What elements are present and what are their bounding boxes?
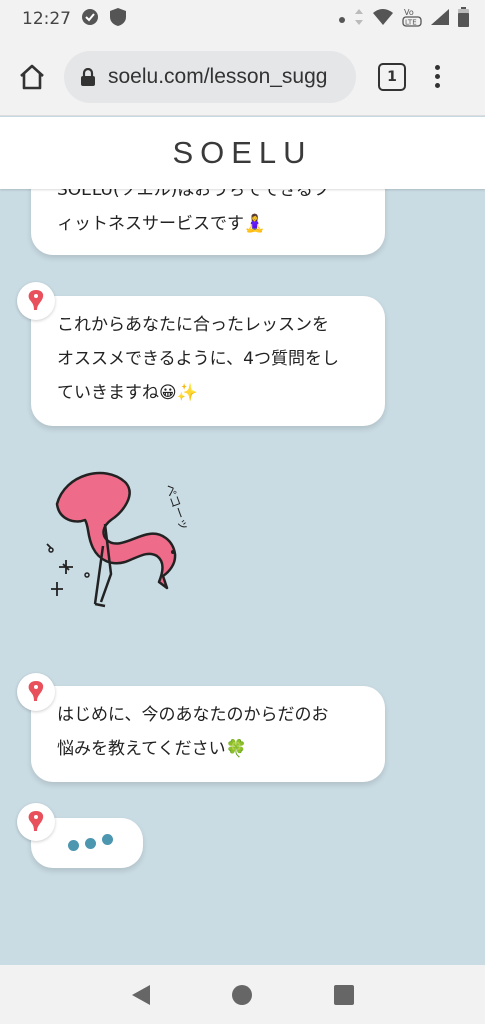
site-header: SOELU xyxy=(0,117,485,189)
dot-icon xyxy=(338,9,346,29)
signal-icon xyxy=(430,8,450,31)
browser-home-button[interactable] xyxy=(10,55,54,99)
message-line: ィットネスサービスです🧘‍♀️ xyxy=(57,214,266,234)
clock: 12:27 xyxy=(22,9,71,29)
volte-icon: Vo LTE xyxy=(402,6,422,33)
message-line: オススメできるように、4つ質問をし xyxy=(57,349,339,369)
svg-text:LTE: LTE xyxy=(405,18,417,26)
typing-dot xyxy=(102,834,113,845)
bot-avatar xyxy=(17,803,55,841)
home-icon xyxy=(232,984,253,1005)
sticker-text: ペコーッ xyxy=(162,482,192,532)
url-text: soelu.com/lesson_sugg xyxy=(108,64,328,88)
status-bar: 12:27 Vo LTE xyxy=(0,0,485,38)
site-logo[interactable]: SOELU xyxy=(172,135,312,171)
emoji: 😀✨ xyxy=(159,383,198,403)
data-arrows-icon xyxy=(354,8,364,31)
bot-avatar xyxy=(17,282,55,320)
battery-icon xyxy=(458,6,469,32)
soelu-mascot-icon xyxy=(28,290,44,310)
browser-toolbar: soelu.com/lesson_sugg 1 xyxy=(0,38,485,116)
system-nav-bar xyxy=(0,965,485,1024)
message-line: 悩みを教えてください🍀 xyxy=(57,739,247,759)
emoji: 🍀 xyxy=(225,739,247,759)
message-line: ていきますね😀✨ xyxy=(57,383,198,403)
nav-recents-button[interactable] xyxy=(329,980,359,1010)
soelu-mascot-icon xyxy=(28,811,44,831)
chat-area[interactable]: SOELU(ソエル)はおうちでできるフ ィットネスサービスです🧘‍♀️ これから… xyxy=(0,189,485,965)
wifi-icon xyxy=(372,8,394,31)
typing-dot xyxy=(85,838,96,849)
nav-home-button[interactable] xyxy=(227,980,257,1010)
emoji: 🧘‍♀️ xyxy=(244,214,266,234)
tab-switcher-button[interactable]: 1 xyxy=(378,62,406,91)
chat-bubble: はじめに、今のあなたのからだのお 悩みを教えてください🍀 xyxy=(31,686,385,782)
sync-icon xyxy=(81,8,99,31)
overflow-menu-button[interactable] xyxy=(432,65,442,88)
nav-back-button[interactable] xyxy=(126,980,156,1010)
menu-dot xyxy=(434,83,440,88)
recents-icon xyxy=(334,984,355,1005)
chat-bubble: SOELU(ソエル)はおうちでできるフ ィットネスサービスです🧘‍♀️ xyxy=(31,189,385,255)
tab-count: 1 xyxy=(387,68,397,85)
flamingo-sticker: ペコーッ xyxy=(46,471,192,608)
bot-avatar xyxy=(17,673,55,711)
message-line: これからあなたに合ったレッスンを xyxy=(57,315,329,335)
home-icon xyxy=(20,64,44,89)
lock-icon xyxy=(81,67,95,86)
typing-dot xyxy=(68,840,79,851)
address-bar[interactable]: soelu.com/lesson_sugg xyxy=(64,50,356,103)
soelu-mascot-icon xyxy=(28,681,44,701)
menu-dot xyxy=(434,65,440,70)
chat-bubble: これからあなたに合ったレッスンを オススメできるように、4つ質問をし ていきます… xyxy=(31,296,385,426)
menu-dot xyxy=(434,74,440,79)
shield-icon xyxy=(109,7,127,32)
back-icon xyxy=(131,984,150,1005)
svg-text:Vo: Vo xyxy=(404,8,414,17)
message-line: SOELU(ソエル)はおうちでできるフ xyxy=(57,189,330,200)
message-line: はじめに、今のあなたのからだのお xyxy=(57,705,329,725)
